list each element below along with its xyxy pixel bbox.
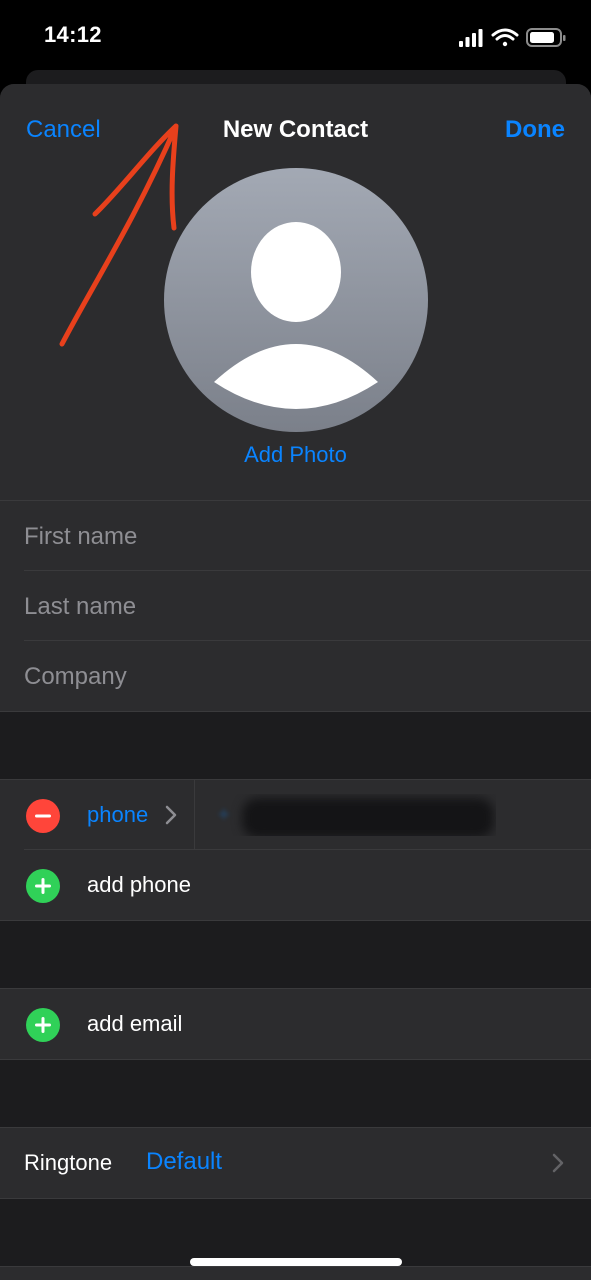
phone-number-field[interactable]: + (216, 794, 496, 836)
home-indicator (190, 1258, 402, 1266)
phone-number-hint: + (218, 804, 230, 826)
add-phone-button[interactable] (26, 869, 60, 903)
add-email-row[interactable]: add email (0, 989, 591, 1059)
minus-icon (35, 814, 51, 818)
plus-icon (35, 1017, 51, 1033)
company-field[interactable]: Company (0, 641, 591, 711)
cancel-button[interactable]: Cancel (26, 116, 101, 144)
chevron-right-icon (552, 1153, 564, 1173)
company-placeholder: Company (24, 663, 127, 690)
page-title: New Contact (222, 116, 369, 143)
plus-icon (35, 878, 51, 894)
status-bar: 14:12 (0, 0, 591, 70)
remove-phone-button[interactable] (26, 799, 60, 833)
add-phone-row[interactable]: add phone (0, 850, 591, 920)
redacted-phone-number (242, 798, 494, 836)
phone-type-label[interactable]: phone (87, 802, 148, 828)
first-name-placeholder: First name (24, 523, 138, 550)
ringtone-group: Ringtone Default (0, 1127, 591, 1199)
status-icons (459, 28, 566, 47)
add-email-label: add email (87, 1011, 183, 1036)
last-name-field[interactable]: Last name (0, 571, 591, 641)
add-photo-button[interactable]: Add Photo (0, 442, 591, 468)
add-phone-label: add phone (87, 872, 191, 897)
name-fields-group: First name Last name Company (0, 500, 591, 712)
ringtone-value: Default (146, 1148, 223, 1175)
battery-icon (526, 28, 566, 47)
last-name-placeholder: Last name (24, 593, 137, 620)
new-contact-sheet: Cancel New Contact Done Add Photo First … (0, 84, 591, 1280)
wifi-icon (491, 28, 519, 47)
contact-header: Cancel New Contact Done Add Photo (0, 84, 591, 500)
ringtone-label: Ringtone (24, 1150, 113, 1175)
person-silhouette-icon (214, 222, 378, 409)
first-name-field[interactable]: First name (0, 501, 591, 571)
add-photo-label: Add Photo (244, 442, 347, 467)
vertical-divider (194, 780, 195, 850)
next-section-edge (0, 1266, 591, 1280)
add-email-button[interactable] (26, 1008, 60, 1042)
signal-icon (459, 29, 483, 47)
chevron-right-icon[interactable] (164, 804, 178, 826)
email-group: add email (0, 988, 591, 1060)
status-time: 14:12 (44, 22, 102, 47)
phone-row: phone + (0, 780, 591, 850)
phone-group: phone + add phone (0, 779, 591, 921)
ringtone-row[interactable]: Ringtone Default (0, 1128, 591, 1198)
contact-avatar[interactable] (164, 168, 428, 432)
done-button[interactable]: Done (505, 116, 565, 144)
